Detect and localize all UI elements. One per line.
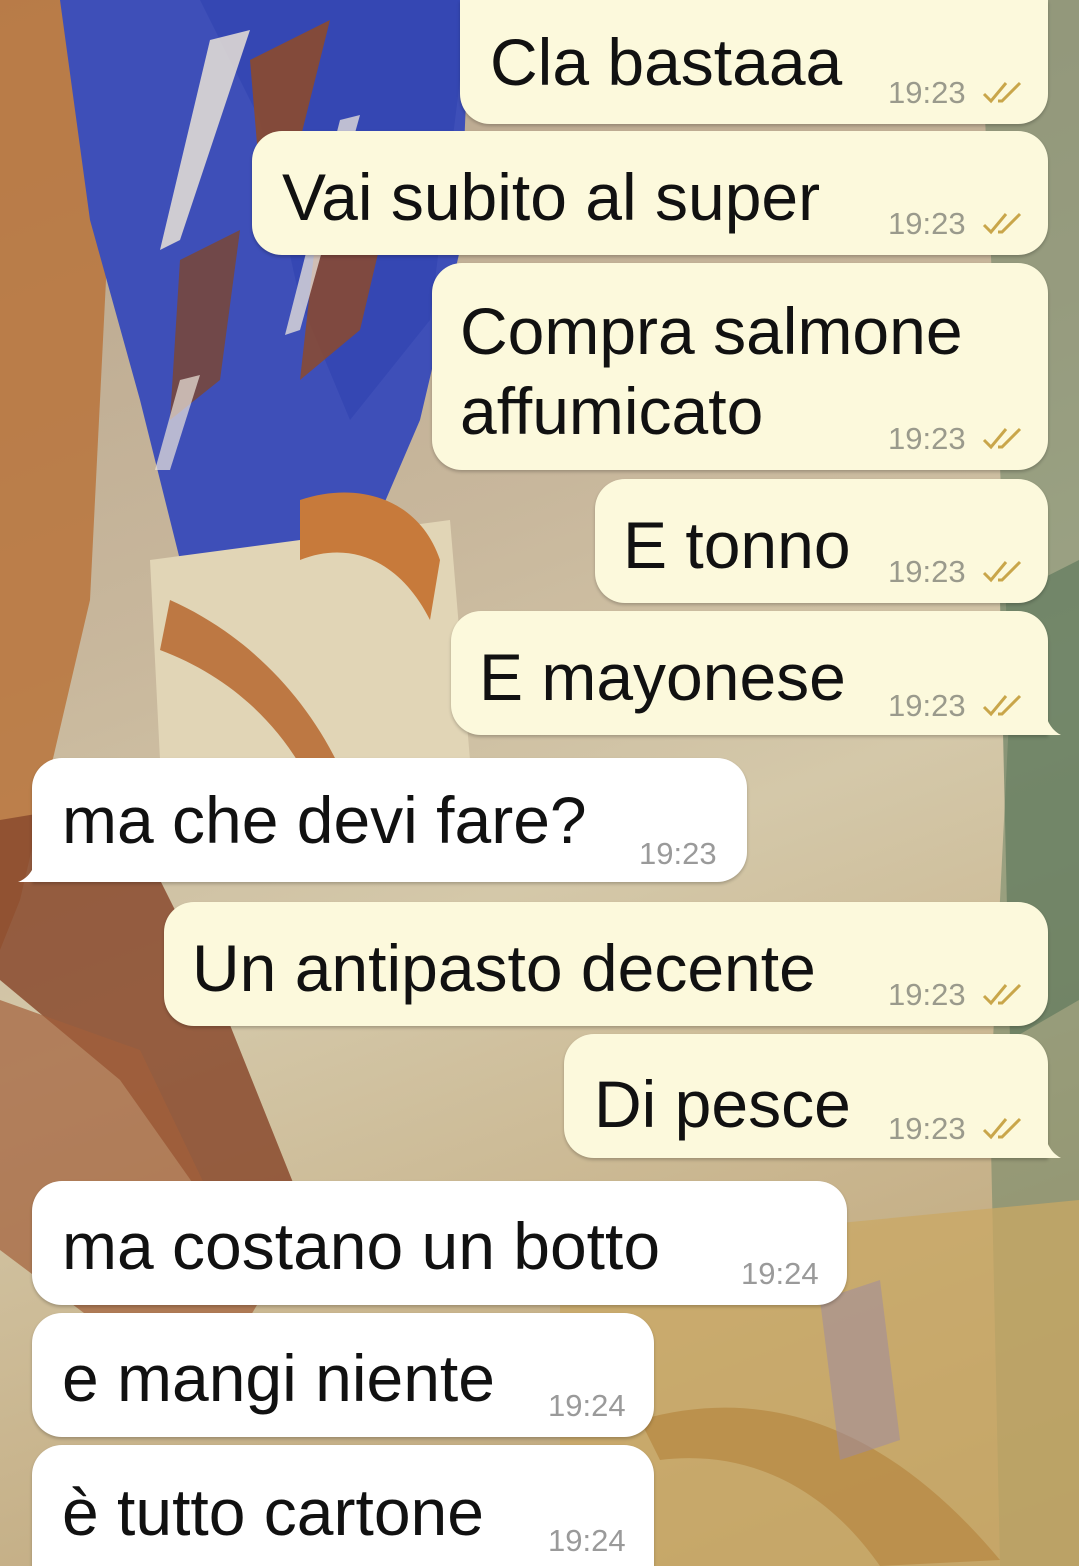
message-time: 19:23 — [888, 688, 966, 723]
outgoing-message[interactable]: Vai subito al super 19:23 — [252, 131, 1048, 255]
bubble-tail — [1045, 711, 1061, 735]
message-text: E mayonese — [479, 640, 846, 714]
message-time: 19:23 — [888, 75, 966, 110]
message-text: ma che devi fare? — [62, 783, 587, 857]
outgoing-message[interactable]: Di pesce 19:23 — [564, 1034, 1061, 1158]
double-check-icon — [982, 81, 1022, 104]
bubble-tail — [1045, 1134, 1061, 1158]
message-time: 19:23 — [888, 421, 966, 456]
message-text: Vai subito al super — [282, 160, 821, 234]
incoming-message[interactable]: ma che devi fare? 19:23 — [18, 758, 747, 882]
message-time: 19:24 — [741, 1256, 819, 1291]
outgoing-message[interactable]: Compra salmone affumicato 19:23 — [432, 263, 1048, 470]
incoming-message[interactable]: ma costano un botto 19:24 — [32, 1181, 847, 1305]
outgoing-message[interactable]: E tonno 19:23 — [595, 479, 1048, 603]
message-time: 19:23 — [888, 1111, 966, 1146]
incoming-message[interactable]: e mangi niente 19:24 — [32, 1313, 654, 1437]
outgoing-message[interactable]: E mayonese 19:23 — [451, 611, 1061, 735]
double-check-icon — [982, 427, 1022, 450]
message-time: 19:23 — [888, 554, 966, 589]
message-text: ma costano un botto — [62, 1209, 661, 1283]
double-check-icon — [982, 212, 1022, 235]
message-text: E tonno — [623, 508, 851, 582]
bubble-tail — [18, 858, 36, 882]
message-text: Un antipasto decente — [192, 931, 816, 1005]
message-text: Di pesce — [594, 1067, 851, 1141]
message-time: 19:23 — [888, 977, 966, 1012]
double-check-icon — [982, 694, 1022, 717]
message-text: è tutto cartone — [62, 1475, 484, 1549]
double-check-icon — [982, 560, 1022, 583]
incoming-message[interactable]: è tutto cartone 19:24 — [32, 1445, 654, 1566]
outgoing-message[interactable]: Cla bastaaa 19:23 — [460, 0, 1048, 124]
message-list[interactable]: Cla bastaaa 19:23 Vai subito al super 19… — [0, 0, 1079, 1566]
double-check-icon — [982, 1117, 1022, 1140]
outgoing-message[interactable]: Un antipasto decente 19:23 — [164, 902, 1048, 1026]
message-time: 19:24 — [548, 1523, 626, 1558]
double-check-icon — [982, 983, 1022, 1006]
message-text: Cla bastaaa — [490, 25, 843, 99]
message-time: 19:23 — [639, 836, 717, 871]
message-time: 19:24 — [548, 1388, 626, 1423]
message-time: 19:23 — [888, 206, 966, 241]
message-text: e mangi niente — [62, 1341, 495, 1415]
